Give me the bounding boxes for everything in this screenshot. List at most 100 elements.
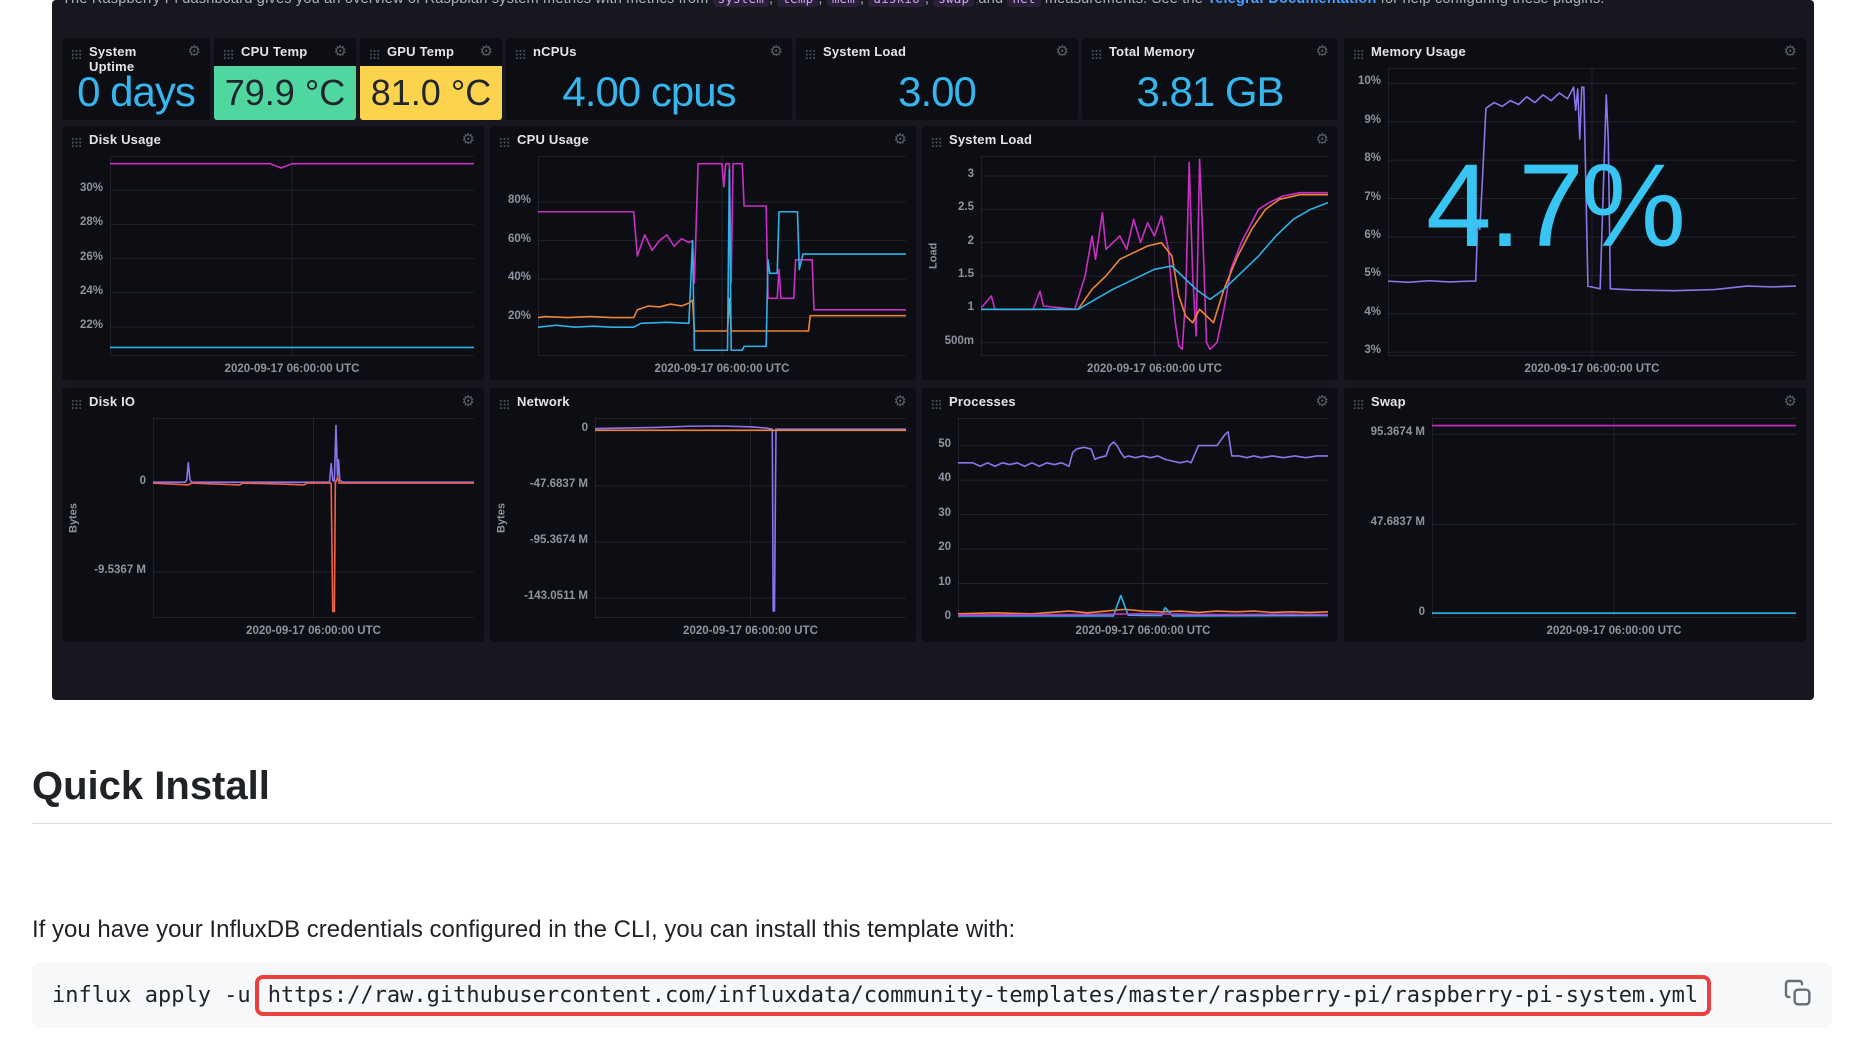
panel-ncpus: nCPUs⚙4.00 cpus bbox=[506, 38, 792, 120]
panel-title: Network bbox=[517, 395, 570, 410]
y-axis-tick: 6% bbox=[1364, 229, 1381, 241]
drag-handle-icon[interactable] bbox=[931, 397, 942, 415]
panel-title: Memory Usage bbox=[1371, 45, 1466, 60]
y-axis-tick: 50 bbox=[938, 438, 951, 450]
chart-body: Bytes 0 -9.5367 M bbox=[66, 418, 474, 618]
panel-title: Total Memory bbox=[1109, 45, 1195, 60]
code-command-prefix: influx apply -u bbox=[52, 983, 251, 1008]
y-axis: 80%60%40%20% bbox=[494, 156, 538, 356]
panel-header: Swap⚙ bbox=[1344, 388, 1806, 415]
drag-handle-icon[interactable] bbox=[71, 397, 82, 415]
y-axis-tick: 0 bbox=[945, 610, 951, 622]
x-axis-label: 2020-09-17 06:00:00 UTC bbox=[1432, 625, 1796, 637]
drag-handle-icon[interactable] bbox=[223, 47, 234, 65]
gear-icon[interactable]: ⚙ bbox=[462, 133, 475, 147]
y-axis-tick: 40% bbox=[508, 271, 531, 283]
line-chart bbox=[1432, 418, 1796, 618]
drag-handle-icon[interactable] bbox=[499, 397, 510, 415]
inline-code-chip: diskio bbox=[868, 0, 924, 7]
y-axis-tick: 80% bbox=[508, 194, 531, 206]
y-axis-tick: 20 bbox=[938, 541, 951, 553]
stat-body: 79.9 °C bbox=[214, 66, 356, 120]
y-axis-tick: 0 bbox=[140, 475, 146, 487]
drag-handle-icon[interactable] bbox=[71, 47, 82, 65]
drag-handle-icon[interactable] bbox=[1353, 47, 1364, 65]
gear-icon[interactable]: ⚙ bbox=[1316, 45, 1329, 59]
chart-body: 80%60%40%20% bbox=[494, 156, 906, 356]
y-axis: 0 -9.5367 M bbox=[81, 418, 153, 618]
stat-value: 81.0 °C bbox=[371, 72, 491, 114]
stat-body: 4.00 cpus bbox=[506, 64, 792, 120]
gear-icon[interactable]: ⚙ bbox=[334, 45, 347, 59]
dashboard-screenshot: The Raspberry Pi dashboard gives you an … bbox=[52, 0, 1814, 700]
y-axis-tick: -9.5367 M bbox=[94, 564, 146, 576]
drag-handle-icon[interactable] bbox=[369, 47, 380, 65]
drag-handle-icon[interactable] bbox=[1353, 397, 1364, 415]
panel-title: Disk Usage bbox=[89, 133, 161, 148]
panel-header: Total Memory ⚙ bbox=[1082, 38, 1338, 65]
drag-handle-icon[interactable] bbox=[515, 47, 526, 65]
gear-icon[interactable]: ⚙ bbox=[1316, 133, 1329, 147]
y-axis-tick: 0 bbox=[582, 422, 588, 434]
drag-handle-icon[interactable] bbox=[931, 135, 942, 153]
gear-icon[interactable]: ⚙ bbox=[894, 395, 907, 409]
copy-button[interactable] bbox=[1782, 977, 1814, 1012]
y-axis-tick: 4% bbox=[1364, 306, 1381, 318]
y-axis-tick: 7% bbox=[1364, 191, 1381, 203]
panel-header: Disk IO ⚙ bbox=[62, 388, 484, 415]
gear-icon[interactable]: ⚙ bbox=[462, 395, 475, 409]
panel-title: CPU Usage bbox=[517, 133, 589, 148]
line-chart bbox=[110, 156, 474, 356]
chart-body: 95.3674 M47.6837 M0 bbox=[1348, 418, 1796, 618]
panel-header: Disk Usage ⚙ bbox=[62, 126, 484, 153]
panel-title: CPU Temp bbox=[241, 45, 307, 60]
panel-header: GPU Temp⚙ bbox=[360, 38, 502, 65]
inline-code-chip: system bbox=[713, 0, 769, 7]
panel-header: Processes ⚙ bbox=[922, 388, 1338, 415]
y-axis: 32.521.51500m bbox=[941, 156, 981, 356]
intro-text: for help configuring these plugins. bbox=[1377, 0, 1605, 7]
y-axis-tick: 30% bbox=[80, 182, 103, 194]
panel-header: System Load⚙ bbox=[796, 38, 1078, 65]
gear-icon[interactable]: ⚙ bbox=[894, 133, 907, 147]
line-chart bbox=[981, 156, 1328, 356]
y-axis-tick: 3 bbox=[968, 168, 974, 180]
x-axis-label: 2020-09-17 06:00:00 UTC bbox=[958, 625, 1328, 637]
y-axis: 0-47.6837 M-95.3674 M-143.0511 M bbox=[509, 418, 595, 618]
y-axis-tick: 1.5 bbox=[958, 268, 974, 280]
y-axis-tick: -47.6837 M bbox=[530, 478, 588, 490]
gear-icon[interactable]: ⚙ bbox=[1784, 45, 1797, 59]
stat-value: 4.00 cpus bbox=[562, 68, 735, 116]
gear-icon[interactable]: ⚙ bbox=[1784, 395, 1797, 409]
drag-handle-icon[interactable] bbox=[499, 135, 510, 153]
panel-title: Disk IO bbox=[89, 395, 135, 410]
gear-icon[interactable]: ⚙ bbox=[1056, 45, 1069, 59]
gear-icon[interactable]: ⚙ bbox=[1316, 395, 1329, 409]
gear-icon[interactable]: ⚙ bbox=[770, 45, 783, 59]
stat-body: 3.00 bbox=[796, 64, 1078, 120]
y-axis-tick: 10% bbox=[1358, 75, 1381, 87]
panel-header: Network ⚙ bbox=[490, 388, 916, 415]
stat-body: 3.81 GB bbox=[1082, 64, 1338, 120]
y-axis-tick: 9% bbox=[1364, 114, 1381, 126]
x-axis-label: 2020-09-17 06:00:00 UTC bbox=[981, 363, 1328, 375]
chart-body: 50403020100 bbox=[926, 418, 1328, 618]
gear-icon[interactable]: ⚙ bbox=[480, 45, 493, 59]
drag-handle-icon[interactable] bbox=[71, 135, 82, 153]
panel-title: System Load bbox=[949, 133, 1032, 148]
y-axis-tick: 95.3674 M bbox=[1371, 426, 1425, 438]
panel-disk-io: Disk IO⚙Bytes0-9.5367 M2020-09-17 06:00:… bbox=[62, 388, 484, 642]
y-axis-tick: -95.3674 M bbox=[530, 534, 588, 546]
telegraf-docs-link[interactable]: Telegraf Documentation bbox=[1207, 0, 1376, 7]
y-axis-tick: 20% bbox=[508, 310, 531, 322]
gear-icon[interactable]: ⚙ bbox=[188, 45, 201, 59]
drag-handle-icon[interactable] bbox=[805, 47, 816, 65]
y-axis-tick: 0 bbox=[1419, 606, 1425, 618]
panel-swap: Swap⚙ 95.3674 M47.6837 M0 2020-09-17 06:00… bbox=[1344, 388, 1806, 642]
panel-title: Processes bbox=[949, 395, 1016, 410]
code-url: https://raw.githubusercontent.com/influx… bbox=[268, 983, 1698, 1008]
y-axis-tick: 2.5 bbox=[958, 201, 974, 213]
y-axis-title: Bytes bbox=[66, 418, 81, 618]
copy-icon bbox=[1782, 977, 1814, 1009]
drag-handle-icon[interactable] bbox=[1091, 47, 1102, 65]
